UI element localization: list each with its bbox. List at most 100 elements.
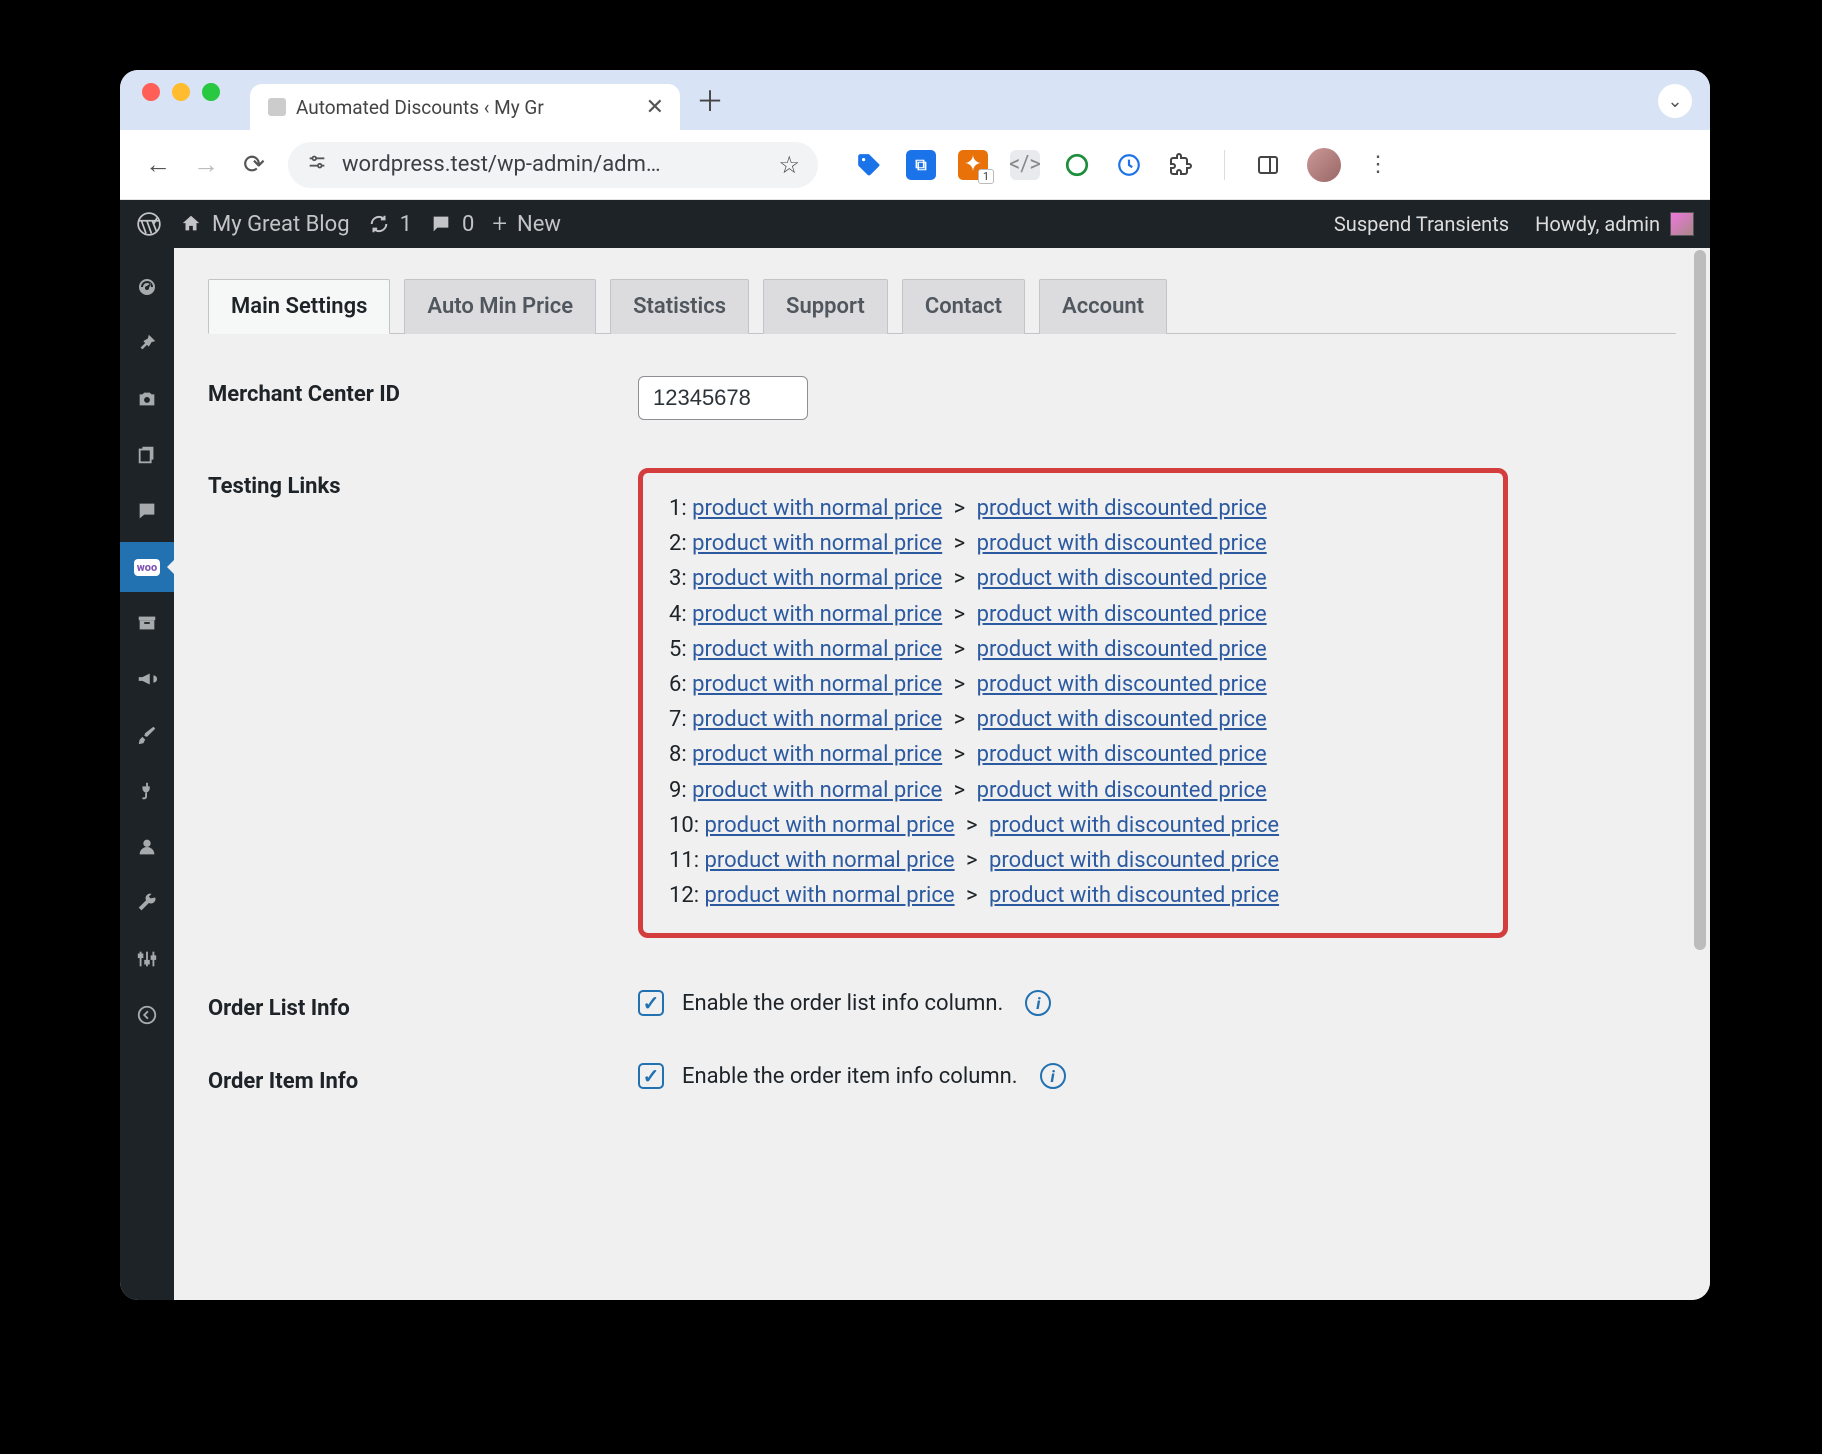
normal-price-link[interactable]: product with normal price xyxy=(692,602,942,627)
site-settings-icon[interactable] xyxy=(306,151,328,178)
minimize-window-button[interactable] xyxy=(172,83,190,101)
extensions-button[interactable] xyxy=(1166,150,1196,180)
fullscreen-window-button[interactable] xyxy=(202,83,220,101)
testing-link-row: 1: product with normal price > product w… xyxy=(669,491,1477,526)
tab-statistics[interactable]: Statistics xyxy=(610,279,749,334)
tab-dropdown-button[interactable]: ⌄ xyxy=(1658,84,1692,118)
updates-link[interactable]: 1 xyxy=(368,212,412,237)
back-button[interactable]: ← xyxy=(138,145,178,185)
url-text: wordpress.test/wp-admin/adm… xyxy=(342,152,661,177)
discounted-price-link[interactable]: product with discounted price xyxy=(977,637,1267,662)
discounted-price-link[interactable]: product with discounted price xyxy=(977,496,1267,521)
bookmark-icon[interactable]: ☆ xyxy=(778,151,800,179)
close-tab-icon[interactable]: ✕ xyxy=(646,95,664,120)
testing-links-box: 1: product with normal price > product w… xyxy=(638,468,1508,938)
discounted-price-link[interactable]: product with discounted price xyxy=(977,778,1267,803)
merchant-id-input[interactable] xyxy=(638,376,808,420)
clock-extension-icon[interactable] xyxy=(1114,150,1144,180)
sidebar-item-users[interactable] xyxy=(120,822,174,872)
sidebar-item-products[interactable] xyxy=(120,598,174,648)
comments-link[interactable]: 0 xyxy=(430,212,474,237)
sidebar-item-collapse[interactable] xyxy=(120,990,174,1040)
sidebar-item-marketing[interactable] xyxy=(120,654,174,704)
normal-price-link[interactable]: product with normal price xyxy=(692,742,942,767)
discounted-price-link[interactable]: product with discounted price xyxy=(989,883,1279,908)
sidebar-item-appearance[interactable] xyxy=(120,710,174,760)
browser-tab[interactable]: Automated Discounts ‹ My Gr ✕ xyxy=(250,84,680,130)
close-window-button[interactable] xyxy=(142,83,160,101)
help-icon[interactable]: i xyxy=(1025,990,1051,1016)
sidebar-item-dashboard[interactable] xyxy=(120,262,174,312)
scrollbar-thumb[interactable] xyxy=(1694,250,1706,950)
order-item-checkbox[interactable] xyxy=(638,1063,664,1089)
browser-menu-button[interactable]: ⋮ xyxy=(1363,150,1393,180)
normal-price-link[interactable]: product with normal price xyxy=(692,566,942,591)
discounted-price-link[interactable]: product with discounted price xyxy=(977,707,1267,732)
forward-button[interactable]: → xyxy=(186,145,226,185)
normal-price-link[interactable]: product with normal price xyxy=(692,637,942,662)
chevron-down-icon: ⌄ xyxy=(1667,91,1682,112)
grammarly-extension-icon[interactable] xyxy=(1062,150,1092,180)
discounted-price-link[interactable]: product with discounted price xyxy=(977,742,1267,767)
order-item-row: Order Item Info Enable the order item in… xyxy=(208,1035,1676,1108)
normal-price-link[interactable]: product with normal price xyxy=(705,848,955,873)
normal-price-link[interactable]: product with normal price xyxy=(692,778,942,803)
ad-extension-icon[interactable]: ⧉ xyxy=(906,150,936,180)
sidebar-item-woocommerce[interactable]: woo xyxy=(120,542,174,592)
order-list-checkbox-label: Enable the order list info column. xyxy=(682,991,1003,1016)
order-item-label: Order Item Info xyxy=(208,1063,638,1094)
normal-price-link[interactable]: product with normal price xyxy=(705,883,955,908)
sidebar-item-settings[interactable] xyxy=(120,934,174,984)
suspend-transients-link[interactable]: Suspend Transients xyxy=(1334,212,1509,236)
normal-price-link[interactable]: product with normal price xyxy=(705,813,955,838)
discounted-price-link[interactable]: product with discounted price xyxy=(989,848,1279,873)
sidebar-item-media[interactable] xyxy=(120,374,174,424)
sidepanel-button[interactable] xyxy=(1253,150,1283,180)
dev-extension-icon[interactable]: ✦ xyxy=(958,150,988,180)
window-controls xyxy=(132,83,232,117)
help-icon[interactable]: i xyxy=(1040,1063,1066,1089)
discounted-price-link[interactable]: product with discounted price xyxy=(977,566,1267,591)
new-label: New xyxy=(517,212,561,237)
comments-count: 0 xyxy=(462,212,474,237)
address-bar[interactable]: wordpress.test/wp-admin/adm… ☆ xyxy=(288,142,818,188)
tab-support[interactable]: Support xyxy=(763,279,888,334)
discounted-price-link[interactable]: product with discounted price xyxy=(977,531,1267,556)
user-avatar xyxy=(1670,212,1694,236)
profile-avatar[interactable] xyxy=(1307,148,1341,182)
scrollbar[interactable] xyxy=(1692,248,1708,1300)
discounted-price-link[interactable]: product with discounted price xyxy=(977,672,1267,697)
sidebar-item-comments[interactable] xyxy=(120,486,174,536)
new-tab-button[interactable]: ＋ xyxy=(680,80,740,130)
account-link[interactable]: Howdy, admin xyxy=(1535,212,1694,236)
wp-logo-icon[interactable] xyxy=(136,211,162,237)
normal-price-link[interactable]: product with normal price xyxy=(692,496,942,521)
extensions-row: ⧉ ✦ </> ⋮ xyxy=(854,148,1393,182)
tab-main-settings[interactable]: Main Settings xyxy=(208,279,390,334)
new-content-link[interactable]: + New xyxy=(492,209,561,239)
reload-button[interactable]: ⟳ xyxy=(234,145,274,185)
tab-auto-min-price[interactable]: Auto Min Price xyxy=(404,279,596,334)
sidebar-item-plugins[interactable] xyxy=(120,766,174,816)
normal-price-link[interactable]: product with normal price xyxy=(692,707,942,732)
tab-contact[interactable]: Contact xyxy=(902,279,1025,334)
tag-extension-icon[interactable] xyxy=(854,150,884,180)
merchant-id-row: Merchant Center ID xyxy=(208,362,1676,434)
discounted-price-link[interactable]: product with discounted price xyxy=(977,602,1267,627)
order-list-checkbox[interactable] xyxy=(638,990,664,1016)
sidebar-item-tools[interactable] xyxy=(120,878,174,928)
tab-account[interactable]: Account xyxy=(1039,279,1167,334)
normal-price-link[interactable]: product with normal price xyxy=(692,531,942,556)
sidebar-item-posts[interactable] xyxy=(120,318,174,368)
sidebar-item-pages[interactable] xyxy=(120,430,174,480)
wp-adminbar: My Great Blog 1 0 + New Suspend Transien… xyxy=(120,200,1710,248)
inspect-extension-icon[interactable]: </> xyxy=(1010,150,1040,180)
discounted-price-link[interactable]: product with discounted price xyxy=(989,813,1279,838)
normal-price-link[interactable]: product with normal price xyxy=(692,672,942,697)
wp-admin-sidebar: woo xyxy=(120,248,174,1300)
merchant-id-label: Merchant Center ID xyxy=(208,376,638,407)
howdy-text: Howdy, admin xyxy=(1535,212,1660,236)
wp-body: woo Main Settings Auto Min Price Statistic… xyxy=(120,248,1710,1300)
site-home-link[interactable]: My Great Blog xyxy=(180,212,350,237)
testing-link-row: 5: product with normal price > product w… xyxy=(669,632,1477,667)
